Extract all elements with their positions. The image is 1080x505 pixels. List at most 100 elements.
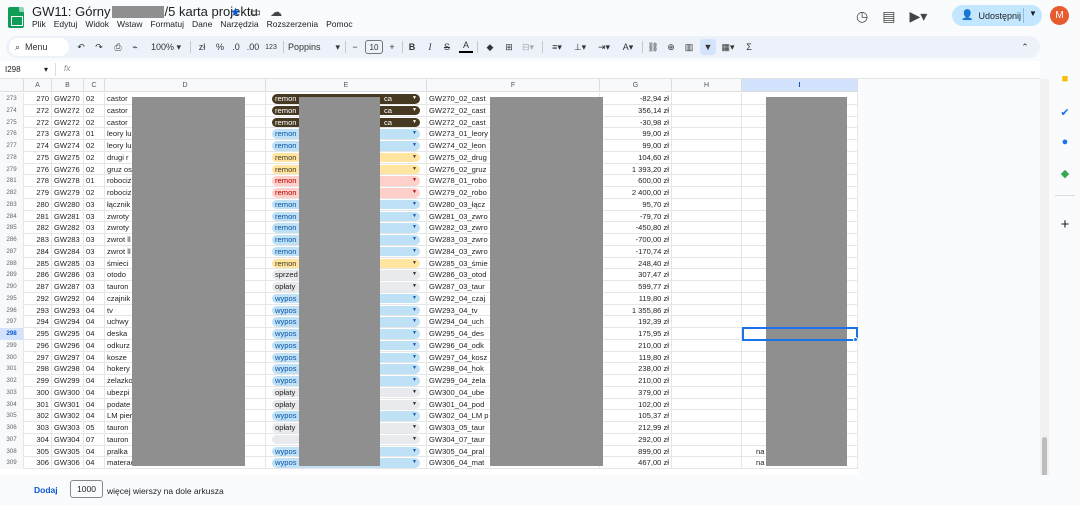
cell-g[interactable]: -450,80 zł — [600, 222, 672, 234]
cell-b[interactable]: GW286 — [52, 269, 84, 281]
folder-icon[interactable]: ▭ — [250, 5, 261, 19]
cell-a[interactable]: 281 — [24, 210, 52, 223]
cell-c[interactable]: 04 — [84, 457, 105, 469]
dropdown-arrow-icon[interactable]: ▼ — [412, 294, 417, 304]
cell-a[interactable]: 284 — [24, 245, 52, 258]
cell-b[interactable]: GW281 — [52, 210, 84, 223]
cell-g[interactable]: 467,00 zł — [600, 457, 672, 469]
cell-g[interactable]: 379,00 zł — [600, 386, 672, 399]
row-header[interactable]: 306 — [0, 422, 24, 434]
row-header[interactable]: 287 — [0, 245, 24, 258]
menu-item-6[interactable]: Narzędzia — [220, 19, 258, 29]
cell-g[interactable]: 105,37 zł — [600, 410, 672, 422]
cell-b[interactable]: GW284 — [52, 245, 84, 258]
collapse-toolbar-icon[interactable]: ⌃ — [1018, 36, 1032, 58]
column-header-e[interactable]: E — [266, 79, 427, 92]
dropdown-arrow-icon[interactable]: ▼ — [412, 282, 417, 292]
dropdown-arrow-icon[interactable]: ▼ — [412, 341, 417, 351]
cell-c[interactable]: 03 — [84, 281, 105, 293]
cell-h[interactable] — [672, 304, 742, 317]
cell-g[interactable]: 210,00 zł — [600, 375, 672, 387]
dropdown-arrow-icon[interactable]: ▼ — [412, 364, 417, 374]
cell-h[interactable] — [672, 151, 742, 164]
merge-cells-icon[interactable]: ⊟▾ — [519, 36, 537, 58]
cell-b[interactable]: GW279 — [52, 187, 84, 199]
row-header[interactable]: 288 — [0, 257, 24, 270]
cell-c[interactable]: 03 — [84, 234, 105, 246]
cell-c[interactable]: 07 — [84, 433, 105, 446]
history-icon[interactable]: ◷ — [856, 8, 868, 25]
cell-a[interactable]: 306 — [24, 457, 52, 469]
document-title[interactable]: GW11: Górny /5 karta projektu — [32, 4, 258, 19]
cell-c[interactable]: 04 — [84, 398, 105, 411]
comments-icon[interactable]: ▤ — [882, 8, 895, 25]
avatar[interactable]: M — [1050, 6, 1069, 25]
undo-icon[interactable]: ↶ — [74, 36, 88, 58]
menu-search[interactable]: ⌕ Menu — [9, 38, 69, 56]
column-header-f[interactable]: F — [427, 79, 600, 92]
cell-a[interactable]: 278 — [24, 175, 52, 187]
cell-h[interactable] — [672, 328, 742, 340]
cell-a[interactable]: 292 — [24, 292, 52, 305]
cell-h[interactable] — [672, 269, 742, 281]
name-box[interactable]: I298 — [5, 65, 21, 74]
selected-cell[interactable] — [742, 327, 858, 341]
add-icon[interactable]: + — [1059, 216, 1071, 233]
cell-h[interactable] — [672, 104, 742, 117]
cell-b[interactable]: GW278 — [52, 175, 84, 187]
cell-h[interactable] — [672, 163, 742, 176]
cell-h[interactable] — [672, 187, 742, 199]
cell-a[interactable]: 295 — [24, 328, 52, 340]
column-header-i[interactable]: I — [742, 79, 858, 92]
cell-a[interactable]: 286 — [24, 269, 52, 281]
cell-b[interactable]: GW293 — [52, 304, 84, 317]
cell-a[interactable]: 280 — [24, 198, 52, 211]
cell-h[interactable] — [672, 245, 742, 258]
cloud-status-icon[interactable]: ☁ — [270, 5, 282, 19]
cell-b[interactable]: GW274 — [52, 140, 84, 152]
cell-c[interactable]: 04 — [84, 445, 105, 458]
cell-a[interactable]: 274 — [24, 140, 52, 152]
maps-icon[interactable]: ◆ — [1059, 167, 1071, 180]
cell-b[interactable]: GW300 — [52, 386, 84, 399]
cell-g[interactable]: 95,70 zł — [600, 198, 672, 211]
text-wrap-icon[interactable]: ⇥▾ — [594, 36, 614, 58]
cell-h[interactable] — [672, 175, 742, 187]
cell-c[interactable]: 04 — [84, 328, 105, 340]
chevron-down-icon[interactable]: ▾ — [44, 65, 48, 74]
column-header-d[interactable]: D — [105, 79, 266, 92]
cell-g[interactable]: -79,70 zł — [600, 210, 672, 223]
formula-input[interactable] — [80, 62, 1035, 78]
contacts-icon[interactable]: ● — [1059, 136, 1071, 148]
dropdown-arrow-icon[interactable]: ▼ — [412, 329, 417, 339]
column-header-a[interactable]: A — [24, 79, 52, 92]
cell-b[interactable]: GW282 — [52, 222, 84, 234]
cell-c[interactable]: 03 — [84, 198, 105, 211]
increase-font-size-icon[interactable]: + — [386, 36, 398, 58]
cell-c[interactable]: 03 — [84, 269, 105, 281]
cell-a[interactable]: 302 — [24, 410, 52, 422]
cell-b[interactable]: GW270 — [52, 93, 84, 105]
cell-b[interactable]: GW285 — [52, 257, 84, 270]
cell-b[interactable]: GW276 — [52, 163, 84, 176]
row-header[interactable]: 298 — [0, 328, 24, 340]
cell-b[interactable]: GW295 — [52, 328, 84, 340]
dropdown-arrow-icon[interactable]: ▼ — [412, 306, 417, 316]
cell-c[interactable]: 03 — [84, 245, 105, 258]
row-header[interactable]: 282 — [0, 187, 24, 199]
cell-g[interactable]: 356,14 zł — [600, 104, 672, 117]
cell-g[interactable]: 212,99 zł — [600, 422, 672, 434]
cell-g[interactable]: 119,80 zł — [600, 292, 672, 305]
dropdown-arrow-icon[interactable]: ▼ — [412, 400, 417, 410]
cell-b[interactable]: GW305 — [52, 445, 84, 458]
decrease-font-size-icon[interactable]: − — [349, 36, 361, 58]
dropdown-arrow-icon[interactable]: ▼ — [412, 447, 417, 457]
add-rows-button[interactable]: Dodaj — [34, 485, 58, 495]
font-size-input[interactable]: 10 — [365, 40, 383, 54]
row-header[interactable]: 277 — [0, 140, 24, 152]
cell-a[interactable]: 276 — [24, 163, 52, 176]
cell-b[interactable]: GW273 — [52, 128, 84, 140]
cell-c[interactable]: 02 — [84, 104, 105, 117]
cell-c[interactable]: 03 — [84, 257, 105, 270]
cell-g[interactable]: 102,00 zł — [600, 398, 672, 411]
